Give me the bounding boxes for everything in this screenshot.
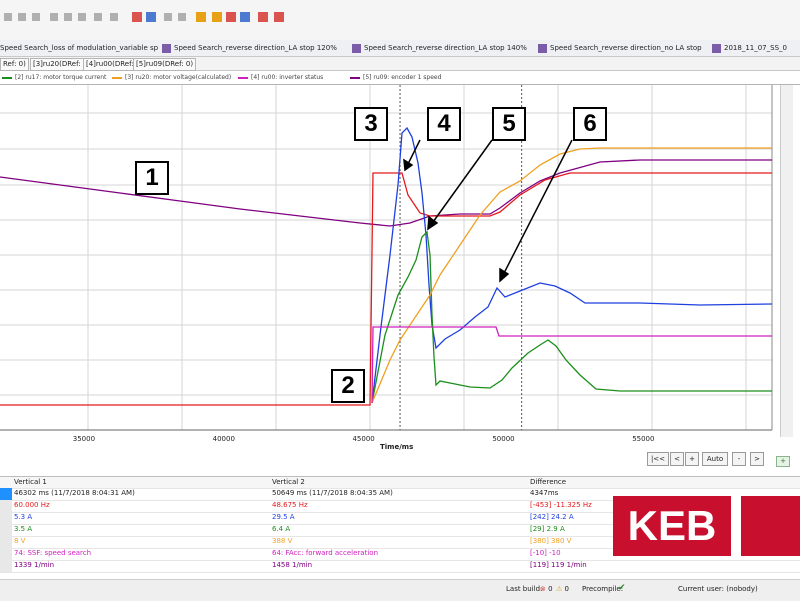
table-cell: 29.5 A — [272, 513, 295, 521]
precompile-label: Precompile: — [582, 585, 624, 593]
keb-logo: KEB — [613, 496, 800, 556]
series-orange — [371, 147, 772, 404]
header-difference: Difference — [530, 478, 567, 486]
x-axis-label: Time/ms — [380, 443, 414, 451]
table-cell: 388 V — [272, 537, 293, 545]
status-bar: Last build: ⊗ 0 ⚠ 0 Precompile: ✔ Curren… — [0, 579, 800, 601]
table-cell: 46302 ms (11/7/2018 8:04:31 AM) — [14, 489, 135, 497]
table-cell: 60.000 Hz — [14, 501, 50, 509]
tab-loss-of-modulation[interactable]: Speed Search_loss of modulation_variable… — [0, 42, 158, 55]
callout-2: 2 — [331, 369, 365, 403]
next-button[interactable]: > — [750, 452, 764, 466]
row-selector[interactable] — [0, 536, 12, 548]
table-cell: 64: FAcc: forward acceleration — [272, 549, 379, 557]
tab-ref[interactable]: Ref: 0) — [0, 58, 29, 71]
table-cell: 1458 1/min — [272, 561, 313, 569]
table-cell: 1339 1/min — [14, 561, 55, 569]
trace-chart — [0, 85, 773, 431]
callout-5: 5 — [492, 107, 526, 141]
tab-ru09[interactable]: [5]ru09(DRef: 0) — [133, 58, 197, 71]
table-cell: [29] 2.9 A — [530, 525, 565, 533]
chart-plot-area[interactable]: 1 2 3 4 5 6 — [0, 85, 780, 435]
callout-4: 4 — [427, 107, 461, 141]
table-row[interactable]: 1339 1/min 1458 1/min [119] 119 1/min — [0, 560, 800, 573]
zoom-in-button[interactable]: + — [685, 452, 699, 466]
table-cell: 5.3 A — [14, 513, 33, 521]
header-vertical-1: Vertical 1 — [14, 478, 47, 486]
tab-2018-11-07[interactable]: 2018_11_07_SS_0 — [712, 42, 798, 55]
table-cell: [-10] -10 — [530, 549, 561, 557]
row-selector[interactable] — [0, 512, 12, 524]
first-button[interactable]: |<< — [647, 452, 669, 466]
auto-button[interactable]: Auto — [702, 452, 728, 466]
chart-icon — [162, 43, 171, 53]
x-tick: 40000 — [212, 435, 235, 443]
header-vertical-2: Vertical 2 — [272, 478, 305, 486]
error-icon: ⊗ — [540, 585, 546, 593]
series-encoder-speed — [0, 159, 772, 227]
row-selector[interactable] — [0, 548, 12, 560]
table-cell: [119] 119 1/min — [530, 561, 587, 569]
table-cell: 3.5 A — [14, 525, 33, 533]
row-selector[interactable] — [0, 488, 12, 500]
table-cell: [380] 380 V — [530, 537, 572, 545]
tab-la-stop-140[interactable]: Speed Search_reverse direction_LA stop 1… — [352, 42, 534, 55]
row-selector[interactable] — [0, 560, 12, 572]
channel-tabs: Ref: 0) [3]ru20(DRef: 0) [4]ru00(DRef: 0… — [0, 57, 800, 71]
error-count: ⊗ 0 — [540, 585, 553, 593]
warning-icon: ⚠ — [556, 585, 563, 593]
callout-6: 6 — [573, 107, 607, 141]
x-tick: 35000 — [72, 435, 96, 443]
row-selector[interactable] — [0, 500, 12, 512]
row-selector[interactable] — [0, 524, 12, 536]
toolbar-icons — [4, 12, 284, 22]
tab-no-la-stop[interactable]: Speed Search_reverse direction_no LA sto… — [538, 42, 708, 55]
table-cell: [242] 24.2 A — [530, 513, 574, 521]
legend-ru17: [2] ru17: motor torque current — [2, 74, 106, 81]
chart-icon — [712, 43, 721, 53]
legend-ru09: [5] ru09: encoder 1 speed — [350, 74, 441, 81]
toolbar — [0, 0, 800, 41]
vertical-scrollbar[interactable] — [780, 85, 793, 437]
chart-legend: [2] ru17: motor torque current [3] ru20:… — [0, 72, 800, 85]
callout-3: 3 — [354, 107, 388, 141]
table-cell: 8 V — [14, 537, 26, 545]
x-tick: 50000 — [492, 435, 515, 443]
chart-icon — [352, 43, 361, 53]
last-build-label: Last build: — [506, 585, 543, 593]
document-tabs: Speed Search_loss of modulation_variable… — [0, 40, 800, 57]
table-cell: 6.4 A — [272, 525, 291, 533]
x-axis: 35000 40000 45000 50000 55000 Time/ms — [0, 435, 780, 453]
tab-la-stop-120[interactable]: Speed Search_reverse direction_LA stop 1… — [162, 42, 347, 55]
x-tick: 45000 — [352, 435, 375, 443]
legend-ru20: [3] ru20: motor voltage(calculated) — [112, 74, 231, 81]
chart-icon — [538, 43, 547, 53]
table-cell: 4347ms — [530, 489, 559, 497]
table-cell: 74: SSF: speed search — [14, 549, 92, 557]
series-green — [371, 230, 772, 404]
x-tick: 55000 — [632, 435, 655, 443]
add-button[interactable]: + — [776, 456, 790, 467]
current-user: Current user: (nobody) — [678, 585, 758, 593]
callout-1: 1 — [135, 161, 169, 195]
zoom-out-button[interactable]: - — [732, 452, 746, 466]
warning-count: ⚠ 0 — [556, 585, 569, 593]
table-cell: 50649 ms (11/7/2018 8:04:35 AM) — [272, 489, 393, 497]
legend-ru00: [4] ru00: inverter status — [238, 74, 323, 81]
table-cell: 48.675 Hz — [272, 501, 308, 509]
check-icon: ✔ — [618, 583, 626, 593]
prev-button[interactable]: < — [670, 452, 684, 466]
table-cell: [-453] -11.325 Hz — [530, 501, 592, 509]
